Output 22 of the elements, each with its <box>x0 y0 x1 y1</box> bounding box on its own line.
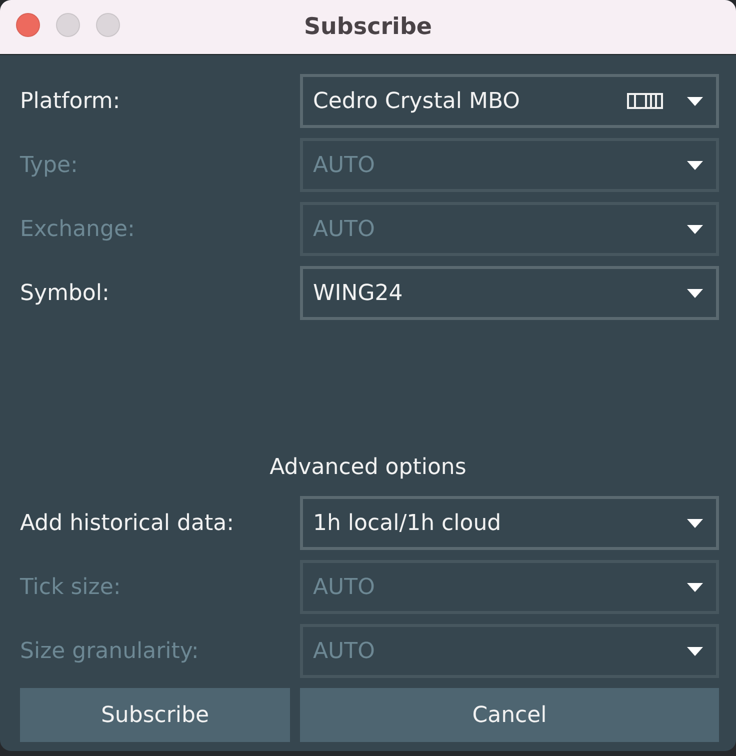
cancel-button[interactable]: Cancel <box>300 688 719 742</box>
caret-icon <box>687 518 703 528</box>
caret-icon <box>687 160 703 170</box>
field-label: Size granularity: <box>20 638 199 664</box>
close-window-button[interactable] <box>16 13 40 37</box>
field-label: Platform: <box>20 88 120 114</box>
field-label: Exchange: <box>20 216 135 242</box>
field-label: Symbol: <box>20 280 110 306</box>
subscribe-button[interactable]: Subscribe <box>20 688 290 742</box>
window-title: Subscribe <box>304 14 432 40</box>
caret-icon <box>687 96 703 106</box>
caret-icon <box>687 288 703 298</box>
field-label: Add historical data: <box>20 510 234 536</box>
section-heading: Advanced options <box>270 454 466 482</box>
dropdown[interactable]: WING24 <box>300 266 719 320</box>
dropdown[interactable]: Cedro Crystal MBO <box>300 74 719 128</box>
caret-icon <box>687 582 703 592</box>
field-label: Type: <box>20 152 78 178</box>
caret-icon <box>687 646 703 656</box>
field-label: Tick size: <box>20 574 121 600</box>
dropdown[interactable]: 1h local/1h cloud <box>300 496 719 550</box>
caret-icon <box>687 224 703 234</box>
